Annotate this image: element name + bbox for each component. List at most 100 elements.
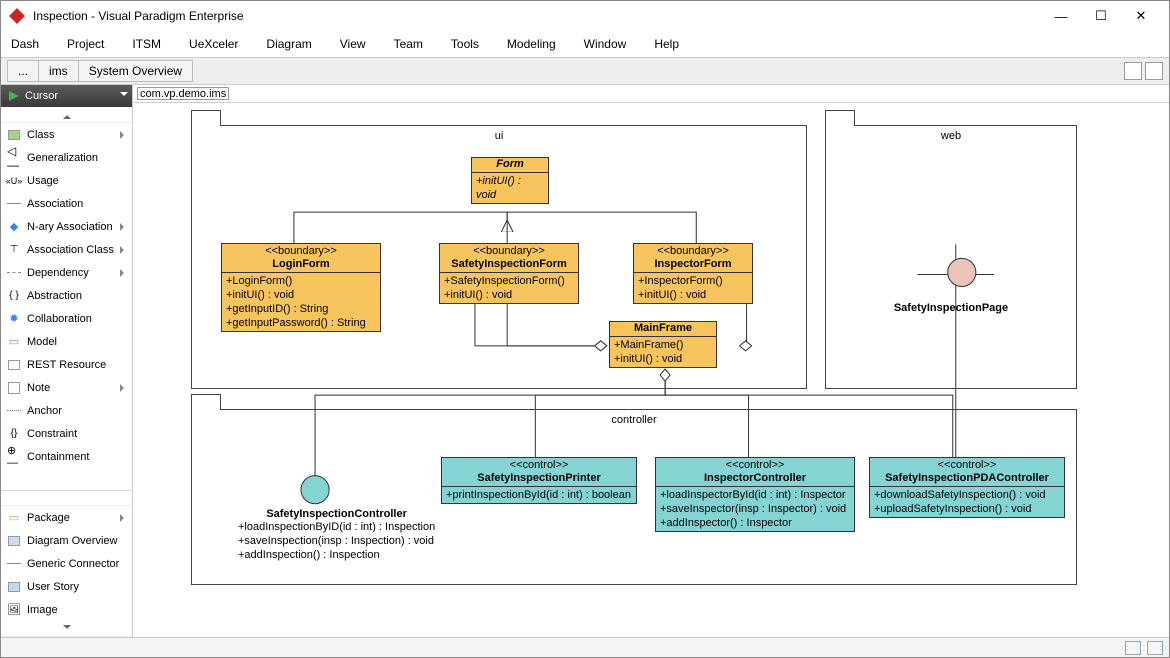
menu-dash[interactable]: Dash	[11, 37, 39, 51]
palette-image[interactable]: 🖼Image	[1, 598, 132, 621]
palette-label: Model	[27, 336, 57, 348]
palette-label: Usage	[27, 175, 59, 187]
class-loginform-ops: +LoginForm() +initUI() : void +getInputI…	[222, 273, 380, 331]
class-form-name: Form	[472, 158, 548, 173]
menu-diagram[interactable]: Diagram	[266, 37, 311, 51]
palette-label: Diagram Overview	[27, 535, 117, 547]
crumb-current[interactable]: System Overview	[78, 60, 193, 82]
crumb-ims[interactable]: ims	[38, 60, 79, 82]
class-mainframe[interactable]: MainFrame +MainFrame() +initUI() : void	[609, 321, 717, 368]
doc-icon[interactable]	[1147, 641, 1163, 655]
class-printer-ops: +printInspectionById(id : int) : boolean	[442, 487, 636, 503]
palette-collaboration[interactable]: ✹ Collaboration	[1, 307, 132, 330]
palette-generalization[interactable]: ◁—Generalization	[1, 146, 132, 169]
namespace-bar: com.vp.demo.ims	[133, 85, 1169, 103]
menu-view[interactable]: View	[340, 37, 366, 51]
minimize-button[interactable]: —	[1041, 1, 1081, 31]
class-loginform[interactable]: <<boundary>> LoginForm +LoginForm() +ini…	[221, 243, 381, 332]
namespace-text[interactable]: com.vp.demo.ims	[137, 87, 229, 100]
class-ictrl-ster: <<control>>	[656, 458, 854, 472]
palette-anchor[interactable]: Anchor	[1, 399, 132, 422]
palette-package[interactable]: ▭Package	[1, 506, 132, 529]
palette-association[interactable]: Association	[1, 192, 132, 215]
class-inspectorform[interactable]: <<boundary>> InspectorForm +InspectorFor…	[633, 243, 753, 304]
class-loginform-ster: <<boundary>>	[222, 244, 380, 258]
menu-tools[interactable]: Tools	[451, 37, 479, 51]
status-bar	[1, 637, 1169, 657]
class-pdacontroller[interactable]: <<control>> SafetyInspectionPDAControlle…	[869, 457, 1065, 518]
mail-icon[interactable]	[1125, 641, 1141, 655]
class-sif-ops: +SafetyInspectionForm() +initUI() : void	[440, 273, 578, 303]
palette-collapse-up[interactable]	[1, 107, 132, 123]
crumb-root[interactable]: ...	[7, 60, 39, 82]
class-pda-ops: +downloadSafetyInspection() : void +uplo…	[870, 487, 1064, 517]
class-sic-ops: +loadInspectionByID(id : int) : Inspecti…	[238, 520, 435, 562]
class-printer[interactable]: <<control>> SafetyInspectionPrinter +pri…	[441, 457, 637, 504]
palette-diagram-overview[interactable]: Diagram Overview	[1, 529, 132, 552]
maximize-button[interactable]: ☐	[1081, 1, 1121, 31]
palette-label: Constraint	[27, 428, 77, 440]
dov-icon	[7, 534, 21, 548]
palette-label: Abstraction	[27, 290, 82, 302]
assoc-icon	[7, 197, 21, 211]
palette-model[interactable]: ▭Model	[1, 330, 132, 353]
close-button[interactable]: ✕	[1121, 1, 1161, 31]
palette-collapse-down[interactable]	[1, 621, 132, 637]
package-ui-label: ui	[495, 130, 504, 142]
palette-generic-connector[interactable]: Generic Connector	[1, 552, 132, 575]
palette-label: Collaboration	[27, 313, 92, 325]
class-printer-ster: <<control>>	[442, 458, 636, 472]
palette-label: N-ary Association	[27, 221, 113, 233]
package-web[interactable]: web SafetyInspectionPage	[825, 125, 1077, 389]
class-icon	[7, 128, 21, 142]
class-insp-name: InspectorForm	[634, 258, 752, 273]
palette-label: Dependency	[27, 267, 89, 279]
constraint-icon: {}	[7, 427, 21, 441]
menu-window[interactable]: Window	[584, 37, 627, 51]
palette-label: Association Class	[27, 244, 114, 256]
aclass-icon: ⊤	[7, 243, 21, 257]
cursor-tool[interactable]: Cursor	[1, 85, 132, 107]
class-safetyinspectionpage-name: SafetyInspectionPage	[826, 302, 1076, 314]
menu-project[interactable]: Project	[67, 37, 104, 51]
window-title: Inspection - Visual Paradigm Enterprise	[33, 9, 1041, 23]
diagram-canvas[interactable]: ui web SafetyInspectionPage controller S…	[133, 103, 1169, 637]
palette-association-class[interactable]: ⊤ Association Class	[1, 238, 132, 261]
palette-containment[interactable]: ⊕—Containment	[1, 445, 132, 468]
palette-label: Anchor	[27, 405, 62, 417]
palette-label: Class	[27, 129, 55, 141]
chevron-right-icon	[120, 269, 128, 277]
dep-icon	[7, 266, 21, 280]
menu-uexceler[interactable]: UeXceler	[189, 37, 238, 51]
palette-dependency[interactable]: Dependency	[1, 261, 132, 284]
class-pda-name: SafetyInspectionPDAController	[870, 472, 1064, 487]
package-web-label: web	[941, 130, 961, 142]
cursor-label: Cursor	[25, 90, 58, 102]
palette-note[interactable]: Note	[1, 376, 132, 399]
class-mf-ops: +MainFrame() +initUI() : void	[610, 337, 716, 367]
menu-modeling[interactable]: Modeling	[507, 37, 556, 51]
breadcrumb-bar: ... ims System Overview	[1, 57, 1169, 85]
palette-label: REST Resource	[27, 359, 106, 371]
collab-icon: ✹	[7, 312, 21, 326]
class-inspectorcontroller[interactable]: <<control>> InspectorController +loadIns…	[655, 457, 855, 532]
package-controller-label: controller	[611, 414, 656, 426]
menu-itsm[interactable]: ITSM	[132, 37, 161, 51]
palette-n-ary-association[interactable]: ◆N-ary Association	[1, 215, 132, 238]
class-sif-name: SafetyInspectionForm	[440, 258, 578, 273]
palette-rest-resource[interactable]: REST Resource	[1, 353, 132, 376]
palette-abstraction[interactable]: { }Abstraction	[1, 284, 132, 307]
tool-palette: Cursor Class◁—Generalization«U»UsageAsso…	[1, 85, 133, 637]
toolbar-icon-2[interactable]	[1145, 62, 1163, 80]
story-icon	[7, 580, 21, 594]
palette-usage[interactable]: «U»Usage	[1, 169, 132, 192]
menu-help[interactable]: Help	[654, 37, 679, 51]
chevron-down-icon	[120, 92, 128, 100]
palette-user-story[interactable]: User Story	[1, 575, 132, 598]
toolbar-icon-1[interactable]	[1124, 62, 1142, 80]
menu-team[interactable]: Team	[394, 37, 423, 51]
class-form[interactable]: Form +initUI() : void	[471, 157, 549, 204]
class-safetyinspectionform[interactable]: <<boundary>> SafetyInspectionForm +Safet…	[439, 243, 579, 304]
cursor-icon	[9, 91, 19, 101]
palette-constraint[interactable]: {} Constraint	[1, 422, 132, 445]
